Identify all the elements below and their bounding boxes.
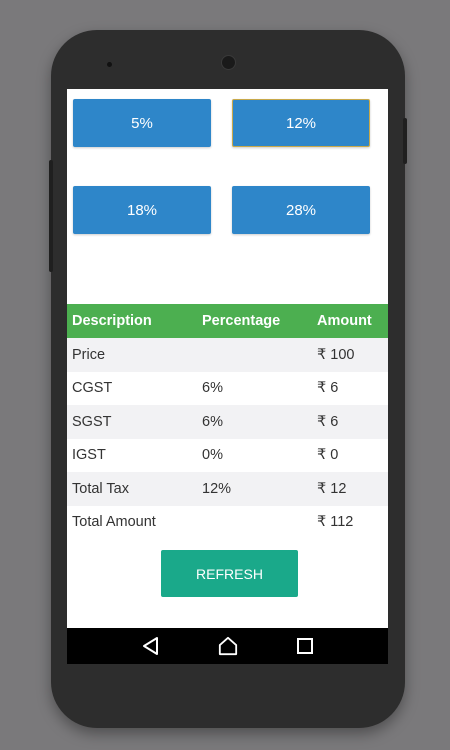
row-description: Total Tax [72, 480, 129, 497]
rate-button-18[interactable]: 18% [73, 186, 211, 234]
row-amount: ₹ 100 [317, 346, 355, 363]
row-description: CGST [72, 380, 113, 397]
header-amount: Amount [317, 313, 372, 329]
table-row-total-tax: Total Tax 12% ₹ 12 [67, 472, 388, 506]
row-percentage: 6% [202, 380, 223, 397]
rate-button-12[interactable]: 12% [232, 99, 370, 147]
row-amount: ₹ 112 [317, 514, 354, 531]
header-description: Description [72, 313, 152, 329]
row-description: IGST [72, 447, 106, 464]
rate-button-label: 5% [131, 114, 153, 132]
rate-button-label: 12% [285, 114, 317, 132]
volume-button [49, 160, 53, 272]
row-amount: ₹ 12 [317, 480, 347, 497]
app-screen: 5% 12% 18% 28% Description Percentage Am… [67, 89, 388, 664]
row-percentage: 0% [202, 447, 223, 464]
back-triangle-icon[interactable] [141, 636, 161, 656]
table-row-sgst: SGST 6% ₹ 6 [67, 405, 388, 439]
front-camera [221, 55, 236, 70]
table-row-total-amount: Total Amount ₹ 112 [67, 506, 388, 540]
row-amount: ₹ 6 [317, 380, 339, 397]
row-description: SGST [72, 413, 112, 430]
power-button [403, 118, 407, 164]
row-percentage: 12% [202, 480, 232, 497]
android-nav-bar [67, 628, 388, 664]
row-percentage: 6% [202, 413, 223, 430]
row-description: Total Amount [72, 514, 156, 531]
rate-button-label: 28% [285, 201, 317, 219]
refresh-button[interactable]: REFRESH [161, 550, 298, 597]
rate-button-5[interactable]: 5% [73, 99, 211, 147]
refresh-button-label: REFRESH [196, 565, 263, 582]
rate-button-label: 18% [126, 201, 158, 219]
table-row-cgst: CGST 6% ₹ 6 [67, 372, 388, 406]
rate-button-28[interactable]: 28% [232, 186, 370, 234]
header-percentage: Percentage [202, 313, 281, 329]
table-header-row: Description Percentage Amount [67, 304, 388, 338]
row-amount: ₹ 6 [317, 413, 339, 430]
table-row-igst: IGST 0% ₹ 0 [67, 439, 388, 473]
recents-square-icon[interactable] [295, 636, 315, 656]
row-amount: ₹ 0 [317, 447, 339, 464]
tax-breakdown-table: Description Percentage Amount Price ₹ 10… [67, 304, 388, 539]
row-description: Price [72, 346, 106, 363]
table-row-price: Price ₹ 100 [67, 338, 388, 372]
earpiece-speaker [107, 62, 112, 67]
home-icon[interactable] [218, 636, 238, 656]
